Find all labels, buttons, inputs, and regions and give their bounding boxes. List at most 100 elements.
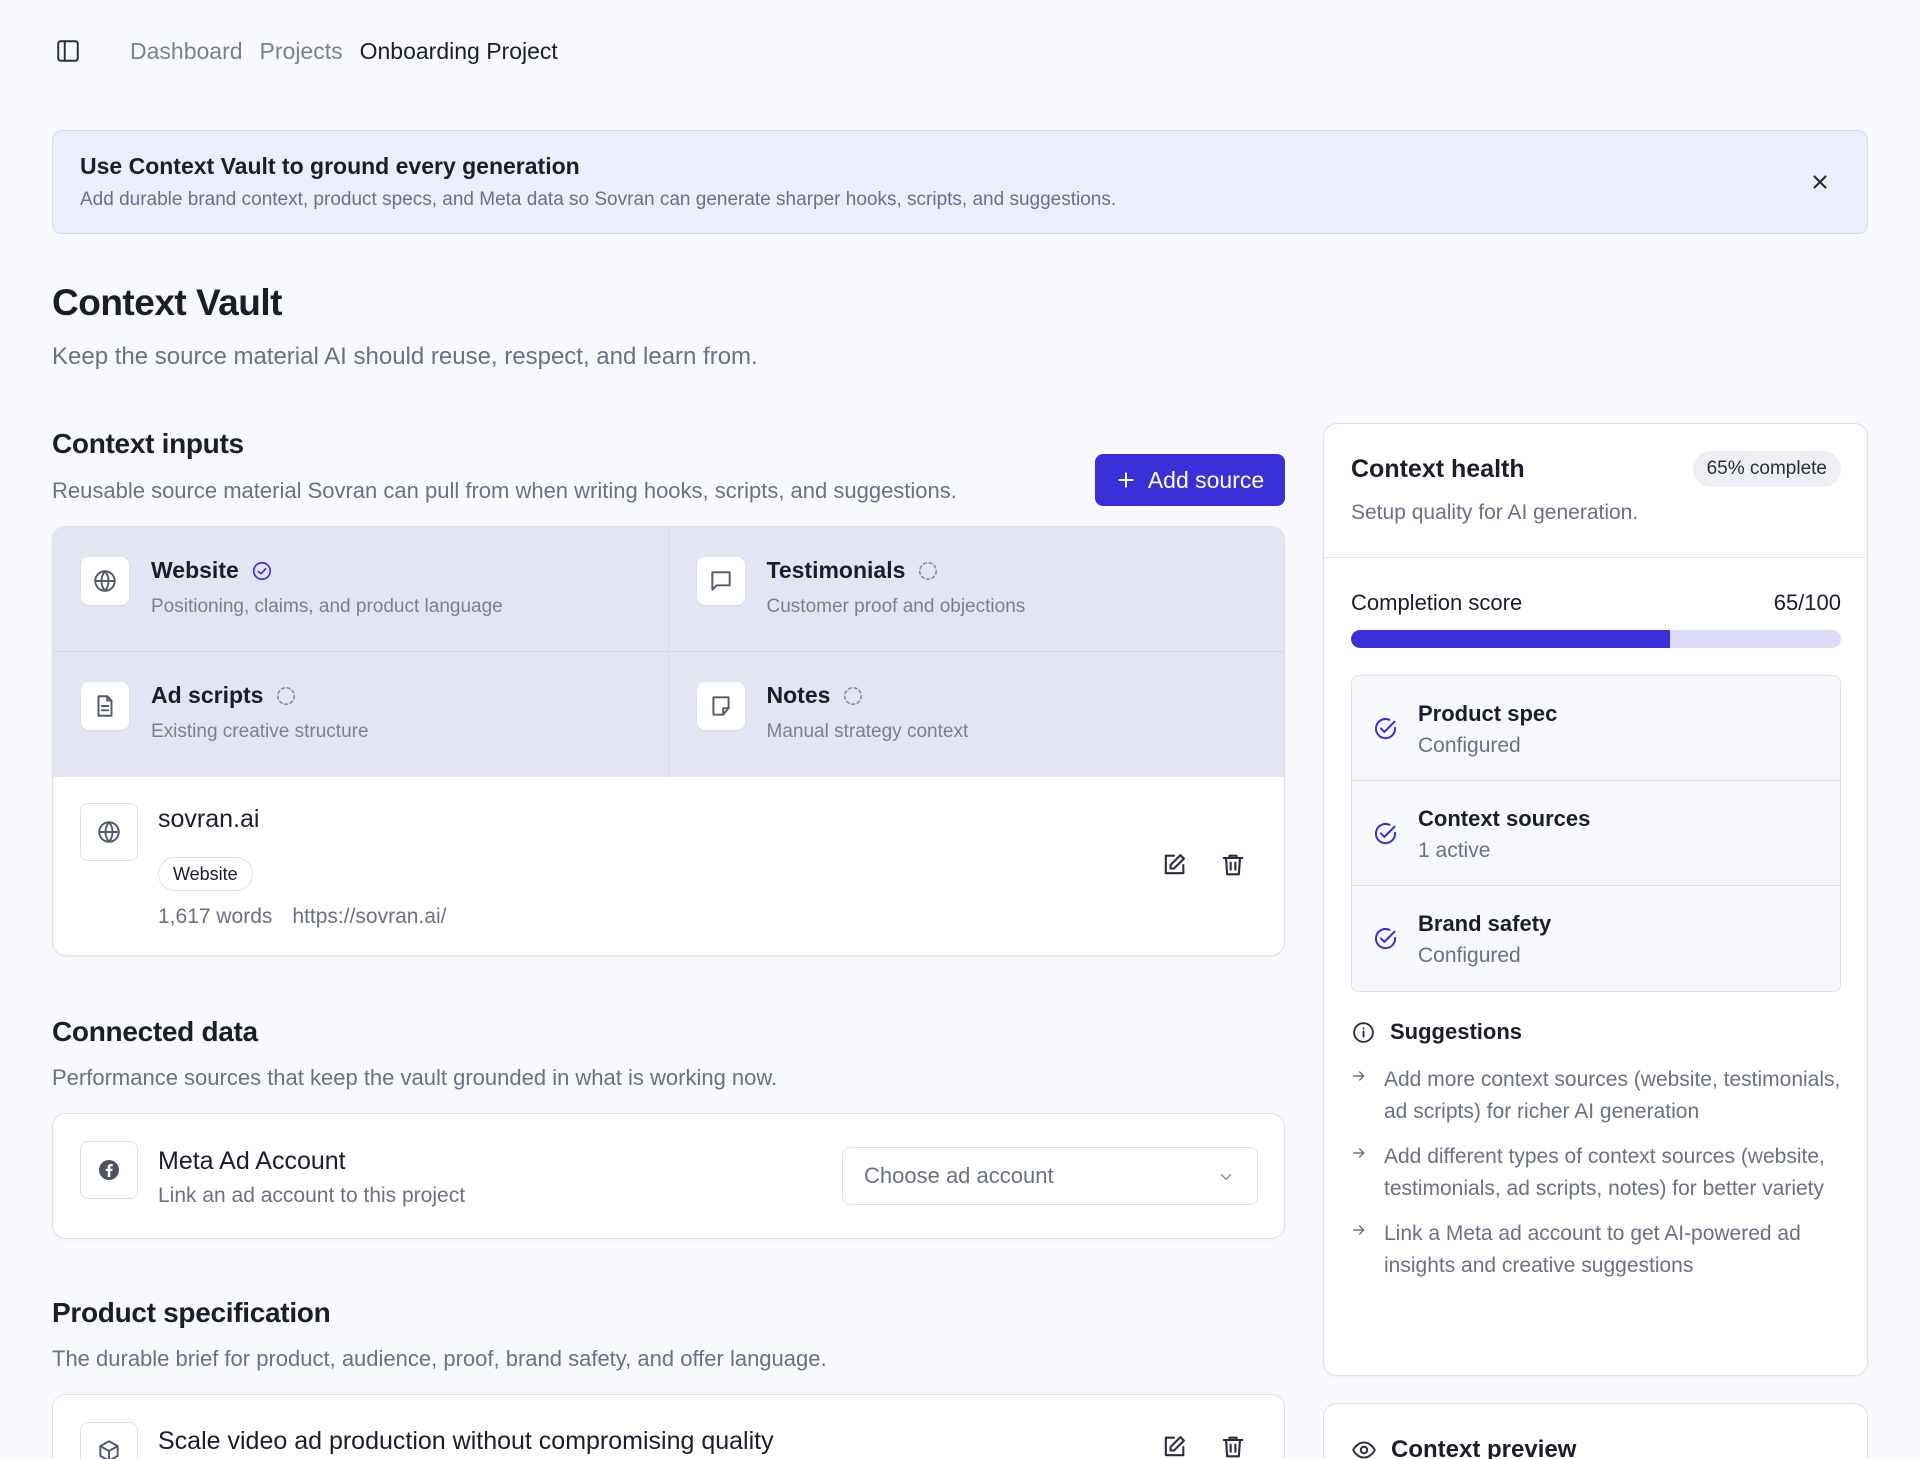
sidebar-toggle-icon[interactable] [52,35,84,67]
source-type-name: Website [151,557,273,584]
product-spec-card: Scale video ad production without compro… [52,1394,1285,1459]
context-inputs-card: Website Positioning, claims, and product… [52,526,1285,956]
connected-data-title: Connected data [52,1016,258,1047]
check-context-sources: Context sources 1 active [1352,781,1840,886]
context-inputs-title: Context inputs [52,428,244,459]
arrow-right-icon [1351,1068,1367,1084]
context-health-card: Context health 65% complete Setup qualit… [1323,423,1868,1376]
pending-circle-icon [842,685,864,707]
chevron-down-icon [1217,1168,1235,1186]
ad-account-select-placeholder: Choose ad account [864,1163,1054,1188]
pending-circle-icon [917,560,939,582]
check-name: Product spec [1418,701,1558,726]
add-source-button[interactable]: Add source [1095,454,1285,506]
source-type-notes[interactable]: Notes Manual strategy context [669,652,1285,777]
close-icon[interactable] [1809,171,1831,193]
check-circle-icon [1372,925,1399,952]
breadcrumb-current-project: Onboarding Project [359,37,558,64]
suggestion-item: Add different types of context sources (… [1351,1141,1841,1205]
source-type-label: Testimonials [766,557,906,583]
check-status: Configured [1418,734,1521,757]
source-type-label: Notes [766,682,831,708]
info-icon [1351,1020,1376,1045]
package-icon [80,1422,138,1459]
connected-data-subtitle: Performance sources that keep the vault … [52,1065,778,1090]
trash-icon[interactable] [1219,1433,1247,1459]
suggestions-header: Suggestions [1351,1019,1522,1045]
breadcrumb-dashboard[interactable]: Dashboard [130,38,243,65]
source-type-grid: Website Positioning, claims, and product… [53,527,1284,777]
eye-icon [1351,1437,1377,1459]
source-url[interactable]: https://sovran.ai/ [292,905,446,929]
source-word-count: 1,617 words [158,905,273,928]
globe-icon [81,557,129,605]
source-type-desc: Customer proof and objections [766,596,1026,617]
ad-account-select[interactable]: Choose ad account [842,1147,1258,1205]
trash-icon[interactable] [1219,851,1247,879]
suggestion-text: Link a Meta ad account to get AI-powered… [1384,1222,1801,1277]
source-type-desc: Manual strategy context [766,721,969,742]
meta-account-name: Meta Ad Account [158,1147,346,1175]
pending-circle-icon [275,685,297,707]
context-preview-header: Context preview [1351,1436,1576,1459]
info-banner: Use Context Vault to ground every genera… [52,130,1868,234]
source-type-website[interactable]: Website Positioning, claims, and product… [53,527,669,652]
source-type-label: Website [151,557,239,583]
check-status: 1 active [1418,839,1491,862]
context-preview-title: Context preview [1391,1436,1577,1459]
facebook-icon [80,1141,138,1199]
health-checklist: Product spec Configured Context sources … [1351,675,1841,992]
banner-title: Use Context Vault to ground every genera… [80,153,580,179]
globe-icon [80,803,138,861]
arrow-right-icon [1351,1222,1367,1238]
sticky-note-icon [696,682,745,730]
source-name: sovran.ai [158,805,260,833]
completion-score-value: 65/100 [1773,590,1841,615]
check-brand-safety: Brand safety Configured [1352,886,1840,991]
product-spec-item-title: Scale video ad production without compro… [158,1427,774,1455]
check-name: Brand safety [1418,911,1552,936]
check-status: Configured [1418,944,1521,967]
check-circle-icon [1372,820,1399,847]
edit-icon[interactable] [1160,1433,1188,1459]
check-name: Context sources [1418,806,1591,831]
add-source-label: Add source [1147,466,1265,493]
source-type-name: Testimonials [767,557,940,584]
check-product-spec: Product spec Configured [1352,676,1840,781]
product-spec-subtitle: The durable brief for product, audience,… [52,1346,827,1371]
context-health-title: Context health [1351,455,1525,483]
source-type-testimonials[interactable]: Testimonials Customer proof and objectio… [668,527,1284,652]
completion-progress-fill [1351,630,1670,648]
source-type-desc: Positioning, claims, and product languag… [151,596,503,617]
suggestion-item: Add more context sources (website, testi… [1351,1064,1841,1128]
suggestion-text: Add more context sources (website, testi… [1384,1068,1841,1123]
completion-badge: 65% complete [1692,451,1841,487]
context-health-subtitle: Setup quality for AI generation. [1351,501,1639,524]
suggestion-text: Add different types of context sources (… [1384,1145,1825,1200]
arrow-right-icon [1351,1145,1367,1161]
breadcrumb-projects[interactable]: Projects [260,38,343,65]
edit-icon[interactable] [1160,851,1188,879]
context-health-header: Context health 65% complete Setup qualit… [1324,424,1867,558]
source-type-name: Notes [767,682,865,709]
file-text-icon [81,682,129,730]
check-circle-icon [1372,715,1399,742]
source-type-ad-scripts[interactable]: Ad scripts Existing creative structure [53,652,669,777]
product-spec-title: Product specification [52,1297,331,1328]
source-type-desc: Existing creative structure [151,721,369,742]
suggestions-list: Add more context sources (website, testi… [1351,1064,1841,1295]
context-preview-card: Context preview [1323,1403,1868,1459]
meta-ad-account-card: Meta Ad Account Link an ad account to th… [52,1113,1285,1239]
banner-text: Add durable brand context, product specs… [80,189,1117,210]
source-meta: 1,617 words https://sovran.ai/ [158,905,446,929]
message-square-icon [696,557,745,605]
completion-progress-bar [1351,630,1841,648]
suggestion-item: Link a Meta ad account to get AI-powered… [1351,1218,1841,1282]
breadcrumb: Dashboard Projects Onboarding Project [130,38,558,65]
source-item: sovran.ai Website 1,617 words https://so… [53,777,1284,955]
source-type-label: Ad scripts [151,682,264,708]
top-bar: Dashboard Projects Onboarding Project [52,34,558,68]
context-inputs-subtitle: Reusable source material Sovran can pull… [52,478,957,503]
plus-icon [1116,470,1136,490]
source-type-badge: Website [158,857,253,891]
